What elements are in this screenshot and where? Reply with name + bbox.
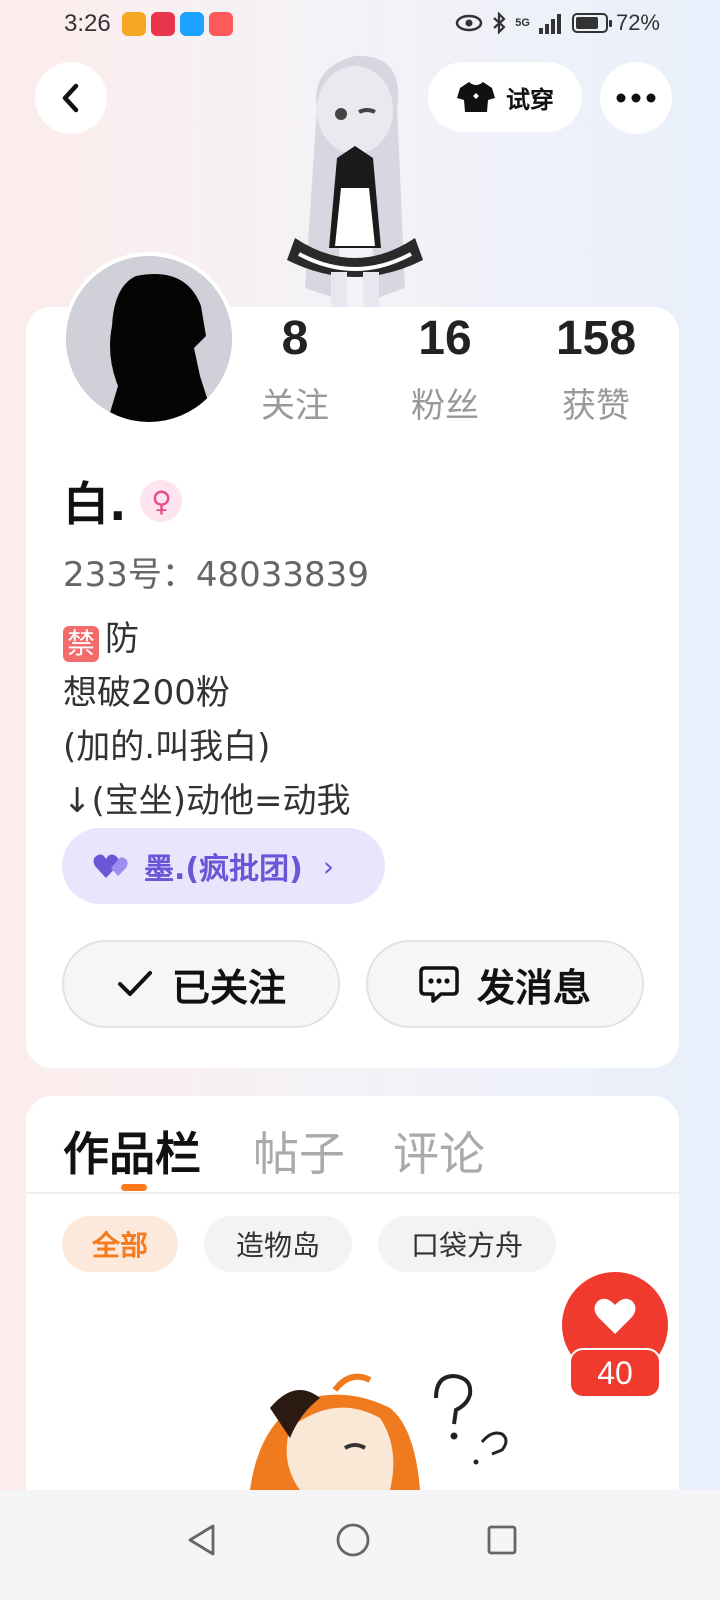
status-bar: 3:26 5G 72% [0,0,720,50]
active-tab-indicator [121,1184,147,1191]
network-type: 5G [515,17,530,29]
filter-pocket-ark[interactable]: 口袋方舟 [378,1216,556,1272]
divider [26,1192,679,1194]
circle-home-icon [336,1523,370,1557]
app-notification-icon [180,12,204,36]
bio-line: (加的.叫我白) [63,727,271,767]
square-recents-icon [487,1525,517,1555]
stat-followers[interactable]: 16 粉丝 [370,310,520,427]
following-label: 关注 [261,386,329,426]
filter-all[interactable]: 全部 [62,1216,178,1272]
bio-line: ↓(宝坐)动他=动我 [63,781,351,821]
chat-bubble-icon [419,966,459,1003]
bio-line: 禁防 [63,612,351,666]
app-notification-icon [122,12,146,36]
following-button-label: 已关注 [171,965,286,1010]
sticker-artwork-image [250,1373,508,1490]
signal-icon [538,14,561,34]
group-chip[interactable]: 墨.(疯批团) › [62,828,385,904]
status-indicators: 5G 72% [455,10,660,36]
tab-comments[interactable]: 评论 [393,1118,485,1184]
bio-line: 想破200粉 [63,673,230,713]
nav-recents-button[interactable] [472,1510,532,1570]
followers-count: 16 [418,312,472,365]
eye-icon [456,14,483,32]
battery-percent: 72% [615,10,660,35]
avatar-figure-image [287,55,423,310]
following-count: 8 [281,312,309,365]
female-icon: ♀ [140,480,183,522]
system-nav-bar [0,1490,720,1600]
bio: 禁防 想破200粉 (加的.叫我白) ↓(宝坐)动他=动我 [63,612,351,828]
try-on-button[interactable]: 试穿 [428,62,582,132]
chevron-right-icon: › [322,849,335,883]
user-id[interactable]: 233号：48033839 [63,547,369,596]
tab-works[interactable]: 作品栏 [63,1118,201,1184]
nav-home-button[interactable] [323,1510,383,1570]
message-button[interactable]: 发消息 [366,940,644,1028]
try-on-label: 试穿 [506,85,554,114]
app-notification-icon [209,12,233,36]
tshirt-icon [457,82,495,112]
tab-posts[interactable]: 帖子 [253,1118,345,1184]
filter-creation-island[interactable]: 造物岛 [204,1216,352,1272]
status-time: 3:26 [64,10,111,37]
check-icon [117,971,152,996]
message-button-label: 发消息 [476,965,591,1010]
group-name: 墨.(疯批团) [144,852,303,887]
likes-received-count: 158 [555,312,637,365]
app-notification-icon [151,12,175,36]
heart-icon [594,1298,636,1334]
triangle-back-icon [188,1524,215,1556]
nav-back-button[interactable] [172,1510,232,1570]
avatar-silhouette-image [66,256,232,422]
following-button[interactable]: 已关注 [62,940,340,1028]
chevron-left-icon [62,83,79,113]
name-row: 白. ♀ [63,468,183,534]
user-name: 白. [63,477,127,531]
likes-received-label: 获赞 [562,386,630,426]
stat-following[interactable]: 8 关注 [220,310,370,427]
more-dots-icon [616,93,656,103]
battery-icon [571,13,612,33]
like-count: 40 [569,1348,661,1398]
stat-likes[interactable]: 158 获赞 [521,310,671,427]
more-options-button[interactable] [600,62,672,134]
followers-label: 粉丝 [411,386,479,426]
back-button[interactable] [35,62,107,134]
ban-badge-icon: 禁 [63,626,99,662]
bluetooth-icon [493,11,506,35]
double-heart-icon [93,854,128,878]
avatar[interactable] [62,252,236,426]
